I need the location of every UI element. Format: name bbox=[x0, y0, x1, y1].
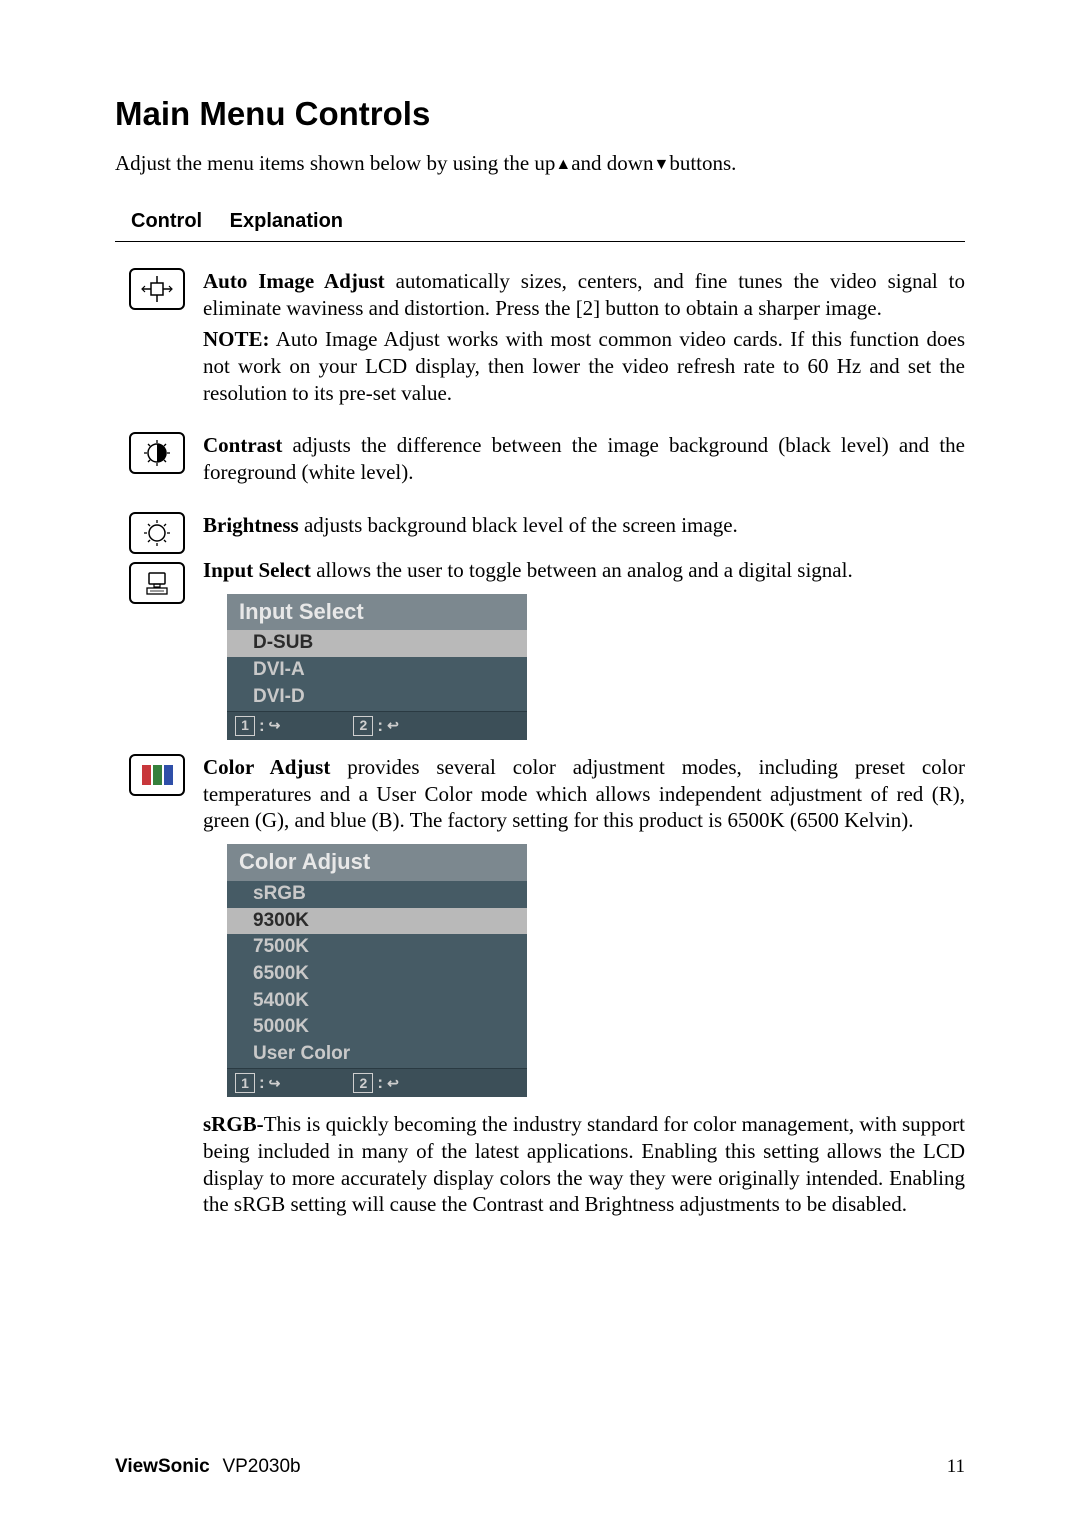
auto-image-adjust-icon bbox=[129, 268, 185, 310]
footer-brand: ViewSonic bbox=[115, 1456, 210, 1477]
osd-key-2: 2 bbox=[353, 1073, 373, 1093]
osd-item-dvia: DVI-A bbox=[227, 657, 527, 684]
contrast-icon bbox=[129, 432, 185, 474]
enter-icon: ↩ bbox=[387, 716, 399, 734]
contrast-name: Contrast bbox=[203, 433, 282, 457]
colon: : bbox=[259, 715, 265, 737]
header-control: Control bbox=[131, 210, 202, 232]
input-select-desc: Input Select allows the user to toggle b… bbox=[203, 557, 965, 584]
exit-icon: ↪ bbox=[269, 716, 281, 734]
intro-pre: Adjust the menu items shown below by usi… bbox=[115, 151, 555, 175]
brightness-icon bbox=[129, 512, 185, 554]
intro-mid: and down bbox=[571, 151, 653, 175]
header-explanation: Explanation bbox=[230, 210, 343, 232]
osd-item-9300k: 9300K bbox=[227, 908, 527, 935]
column-headers: Control Explanation bbox=[115, 204, 965, 242]
osd-item-5400k: 5400K bbox=[227, 988, 527, 1015]
contrast-desc: Contrast adjusts the difference between … bbox=[203, 432, 965, 486]
colon: : bbox=[377, 715, 383, 737]
osd-item-dvid: DVI-D bbox=[227, 684, 527, 711]
input-select-icon bbox=[129, 562, 185, 604]
intro-text: Adjust the menu items shown below by usi… bbox=[115, 151, 965, 176]
up-triangle-icon: ▲ bbox=[555, 156, 571, 174]
intro-post: buttons. bbox=[669, 151, 736, 175]
osd-footer: 1:↪ 2:↩ bbox=[227, 711, 527, 740]
brightness-name: Brightness bbox=[203, 513, 299, 537]
osd-title: Input Select bbox=[227, 594, 527, 631]
page-title: Main Menu Controls bbox=[115, 95, 965, 133]
osd-item-dsub: D-SUB bbox=[227, 630, 527, 657]
note-text: Auto Image Adjust works with most common… bbox=[203, 327, 965, 405]
osd-item-7500k: 7500K bbox=[227, 934, 527, 961]
footer-model: VP2030b bbox=[222, 1456, 300, 1477]
auto-note: NOTE: Auto Image Adjust works with most … bbox=[203, 326, 965, 407]
enter-icon: ↩ bbox=[387, 1074, 399, 1092]
input-select-osd: Input Select D-SUB DVI-A DVI-D 1:↪ 2:↩ bbox=[227, 594, 527, 740]
osd-item-srgb: sRGB bbox=[227, 881, 527, 908]
osd-key-1: 1 bbox=[235, 1073, 255, 1093]
colon: : bbox=[377, 1072, 383, 1094]
srgb-desc: sRGB-This is quickly becoming the indust… bbox=[203, 1111, 965, 1219]
note-label: NOTE: bbox=[203, 327, 270, 351]
auto-image-adjust-desc: Auto Image Adjust automatically sizes, c… bbox=[203, 268, 965, 322]
osd-item-6500k: 6500K bbox=[227, 961, 527, 988]
osd-item-5000k: 5000K bbox=[227, 1014, 527, 1041]
osd-item-usercolor: User Color bbox=[227, 1041, 527, 1068]
contrast-text: adjusts the difference between the image… bbox=[203, 433, 965, 484]
osd-key-2: 2 bbox=[353, 716, 373, 736]
osd-title: Color Adjust bbox=[227, 844, 527, 881]
osd-key-1: 1 bbox=[235, 716, 255, 736]
page-footer: ViewSonic VP2030b 11 bbox=[115, 1456, 965, 1478]
brightness-desc: Brightness adjusts background black leve… bbox=[203, 512, 965, 539]
down-triangle-icon: ▼ bbox=[653, 156, 669, 174]
color-adjust-icon bbox=[129, 754, 185, 796]
inputselect-text: allows the user to toggle between an ana… bbox=[311, 558, 853, 582]
osd-footer: 1:↪ 2:↩ bbox=[227, 1068, 527, 1097]
color-adjust-desc: Color Adjust provides several color adju… bbox=[203, 754, 965, 835]
colon: : bbox=[259, 1072, 265, 1094]
page-number: 11 bbox=[947, 1456, 965, 1478]
srgb-name: sRGB- bbox=[203, 1112, 264, 1136]
srgb-text: This is quickly becoming the industry st… bbox=[203, 1112, 965, 1217]
inputselect-name: Input Select bbox=[203, 558, 311, 582]
coloradjust-name: Color Adjust bbox=[203, 755, 330, 779]
color-adjust-osd: Color Adjust sRGB 9300K 7500K 6500K 5400… bbox=[227, 844, 527, 1097]
brightness-text: adjusts background black level of the sc… bbox=[299, 513, 738, 537]
auto-name: Auto Image Adjust bbox=[203, 269, 385, 293]
exit-icon: ↪ bbox=[269, 1074, 281, 1092]
